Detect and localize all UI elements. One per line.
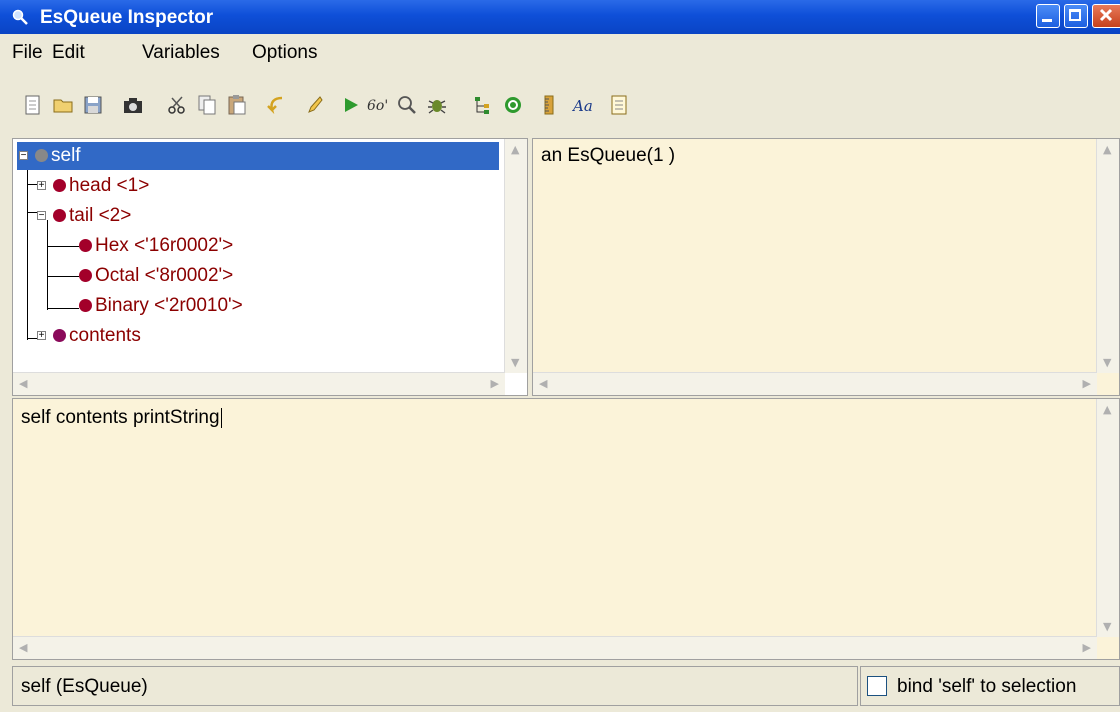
debug-icon[interactable] [426, 94, 448, 116]
tree-item-contents[interactable]: + contents [35, 322, 141, 350]
object-icon [79, 239, 92, 253]
object-icon [53, 209, 66, 223]
refresh-icon[interactable] [502, 94, 524, 116]
scroll-down-icon[interactable]: ▼ [1103, 356, 1111, 369]
bind-self-option[interactable]: bind 'self' to selection [860, 666, 1120, 706]
tree-item-octal[interactable]: Octal <'8r0002'> [79, 262, 233, 290]
font-icon[interactable]: Aa [572, 94, 598, 116]
new-file-icon[interactable] [22, 94, 44, 116]
scroll-down-icon[interactable]: ▼ [511, 356, 519, 369]
minimize-button[interactable] [1036, 4, 1060, 28]
scroll-right-icon[interactable]: ▶ [491, 377, 499, 390]
scroll-right-icon[interactable]: ▶ [1083, 377, 1091, 390]
code-workspace[interactable]: self contents printString ▲ ▼ ◀ ▶ [12, 398, 1120, 660]
tree-item-binary[interactable]: Binary <'2r0010'> [79, 292, 243, 320]
tree-line [47, 220, 48, 310]
inspect-icon[interactable]: 6o' [366, 94, 394, 116]
document-icon[interactable] [608, 94, 630, 116]
paste-icon[interactable] [226, 94, 248, 116]
expand-icon[interactable]: + [37, 331, 46, 341]
bind-self-checkbox[interactable] [867, 676, 887, 696]
status-bar: self (EsQueue) bind 'self' to selection [0, 660, 1120, 712]
scroll-up-icon[interactable]: ▲ [511, 143, 519, 156]
status-text: self (EsQueue) [21, 676, 148, 697]
menu-options[interactable]: Options [252, 42, 317, 64]
menu-bar: File Edit Variables Options [0, 34, 1120, 70]
menu-file[interactable]: File [12, 42, 43, 64]
open-folder-icon[interactable] [52, 94, 74, 116]
tree-vertical-scrollbar[interactable]: ▲ ▼ [504, 139, 527, 373]
title-bar[interactable]: EsQueue Inspector [0, 0, 1120, 34]
collapse-icon[interactable]: − [37, 211, 46, 221]
collapse-icon[interactable]: − [19, 151, 28, 161]
value-vertical-scrollbar[interactable]: ▲ ▼ [1096, 139, 1119, 373]
inspector-window: EsQueue Inspector File Edit Variables Op… [0, 0, 1120, 712]
code-editor-text[interactable]: self contents printString [21, 407, 222, 429]
text-cursor [220, 408, 222, 428]
copy-icon[interactable] [196, 94, 218, 116]
menu-variables[interactable]: Variables [142, 42, 220, 64]
object-icon [53, 179, 66, 193]
object-icon [79, 269, 92, 283]
tree-line [47, 308, 79, 309]
scroll-left-icon[interactable]: ◀ [19, 377, 27, 390]
scroll-left-icon[interactable]: ◀ [539, 377, 547, 390]
code-vertical-scrollbar[interactable]: ▲ ▼ [1096, 399, 1119, 637]
find-icon[interactable] [396, 94, 418, 116]
svg-text:6o': 6o' [367, 98, 388, 114]
variable-tree[interactable]: − self + head <1> − tail <2> Hex <'16r00… [12, 138, 528, 396]
scroll-up-icon[interactable]: ▲ [1103, 143, 1111, 156]
undo-icon[interactable] [264, 94, 286, 116]
value-horizontal-scrollbar[interactable]: ◀ ▶ [533, 372, 1097, 395]
tree-item-self[interactable]: − self [17, 142, 499, 170]
code-horizontal-scrollbar[interactable]: ◀ ▶ [13, 636, 1097, 659]
collection-icon [53, 329, 66, 343]
expand-icon[interactable]: + [37, 181, 46, 191]
menu-edit[interactable]: Edit [52, 42, 85, 64]
tree-line [47, 276, 79, 277]
status-field: self (EsQueue) [12, 666, 858, 706]
object-icon [79, 299, 92, 313]
close-button[interactable] [1092, 4, 1120, 28]
tree-item-hex[interactable]: Hex <'16r0002'> [79, 232, 233, 260]
scroll-up-icon[interactable]: ▲ [1103, 403, 1111, 416]
svg-text:Aa: Aa [572, 97, 593, 115]
ruler-icon[interactable] [540, 94, 562, 116]
scroll-down-icon[interactable]: ▼ [1103, 620, 1111, 633]
save-icon[interactable] [82, 94, 104, 116]
bind-self-label: bind 'self' to selection [897, 676, 1077, 697]
brush-icon[interactable] [302, 94, 324, 116]
camera-icon[interactable] [122, 94, 144, 116]
tree-item-tail[interactable]: − tail <2> [35, 202, 131, 230]
maximize-button[interactable] [1064, 4, 1088, 28]
tree-horizontal-scrollbar[interactable]: ◀ ▶ [13, 372, 505, 395]
value-text: an EsQueue(1 ) [541, 145, 676, 166]
tree-line [47, 246, 79, 247]
object-icon [35, 149, 48, 163]
scroll-right-icon[interactable]: ▶ [1083, 641, 1091, 654]
run-icon[interactable] [340, 94, 362, 116]
scroll-left-icon[interactable]: ◀ [19, 641, 27, 654]
tree-item-head[interactable]: + head <1> [35, 172, 149, 200]
tree-icon[interactable] [472, 94, 494, 116]
value-pane[interactable]: an EsQueue(1 ) ▲ ▼ ◀ ▶ [532, 138, 1120, 396]
tree-line [27, 170, 28, 340]
magnifier-icon [12, 9, 28, 25]
window-title: EsQueue Inspector [40, 7, 214, 28]
cut-icon[interactable] [166, 94, 188, 116]
close-icon [1099, 8, 1113, 22]
